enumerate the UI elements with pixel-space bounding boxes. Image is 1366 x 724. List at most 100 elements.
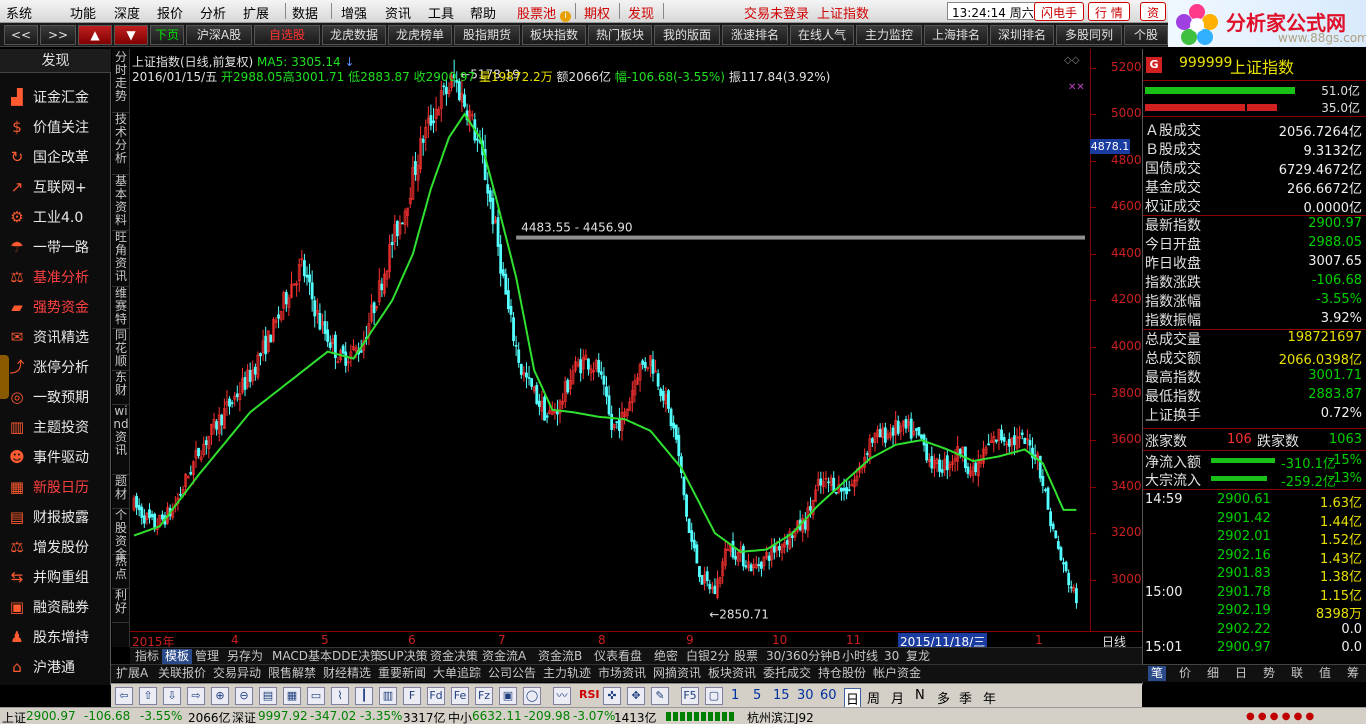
sidebar-item-0[interactable]: ▟ 证金汇金 [0, 83, 111, 111]
toolbar-single-stock-button[interactable]: 个股 [1124, 25, 1168, 45]
quote-tab-1[interactable]: 价 [1176, 666, 1194, 681]
bottom-tabs1-6[interactable]: SUP决策 [377, 649, 431, 664]
sidebar-item-6[interactable]: ⚖ 基准分析 [0, 263, 111, 291]
bottom-tabs2-8[interactable]: 主力轨迹 [540, 666, 594, 681]
toolbar-hot-sector-button[interactable]: 热门板块 [588, 25, 652, 45]
bottom-tabs1-11[interactable]: 绝密 [651, 649, 681, 664]
vtab-2[interactable]: 基本资料 [112, 175, 130, 231]
menu-enhance[interactable]: 增强 [341, 3, 367, 22]
bottom-tabs1-10[interactable]: 仪表看盘 [591, 649, 645, 664]
layout-icon[interactable]: ▥ [379, 687, 397, 705]
quote-tab-5[interactable]: 联 [1288, 666, 1306, 681]
bottom-tabs2-2[interactable]: 交易异动 [210, 666, 264, 681]
bottom-tabs1-12[interactable]: 白银2分 [683, 649, 733, 664]
period-week[interactable]: 周 [867, 688, 880, 707]
vtab-1[interactable]: 技术分析 [112, 113, 130, 175]
range-highlight-bar[interactable] [516, 235, 1085, 240]
period-1min[interactable]: 1 [731, 688, 739, 703]
vtab-11[interactable]: 利好 [112, 589, 130, 623]
sidebar-item-2[interactable]: ↻ 国企改革 [0, 143, 111, 171]
period-n[interactable]: N [915, 688, 925, 703]
bottom-tabs2-10[interactable]: 网摘资讯 [650, 666, 704, 681]
toolbar-online-popularity-button[interactable]: 在线人气 [790, 25, 854, 45]
bottom-tabs1-15[interactable]: 小时线 [839, 649, 881, 664]
bottom-tabs1-16[interactable]: 30 [881, 649, 902, 664]
sidebar-item-12[interactable]: ☻ 事件驱动 [0, 443, 111, 471]
toolbar-my-layout-button[interactable]: 我的版面 [654, 25, 720, 45]
grid-icon[interactable]: ▦ [283, 687, 301, 705]
menu-data[interactable]: 数据 [292, 3, 318, 22]
menu-news[interactable]: 资讯 [385, 3, 411, 22]
sidebar-item-4[interactable]: ⚙ 工业4.0 [0, 203, 111, 231]
sidebar-item-14[interactable]: ▤ 财报披露 [0, 503, 111, 531]
period-60min[interactable]: 60 [820, 688, 837, 703]
bottom-tabs2-0[interactable]: 扩展A [113, 666, 151, 681]
formula-zoom-icon[interactable]: Fz [475, 687, 493, 705]
bottom-tabs2-7[interactable]: 公司公告 [485, 666, 539, 681]
sidebar-item-13[interactable]: ▦ 新股日历 [0, 473, 111, 501]
bottom-tabs1-13[interactable]: 股票 [731, 649, 761, 664]
menu-extend[interactable]: 扩展 [243, 3, 269, 22]
formula-icon[interactable]: Fd [427, 687, 445, 705]
vtab-8[interactable]: 题材 [112, 475, 130, 509]
bottom-tabs2-13[interactable]: 持仓股份 [815, 666, 869, 681]
down-arrow-icon[interactable]: ⇩ [163, 687, 181, 705]
screen-icon[interactable]: ▣ [499, 687, 517, 705]
menu-function[interactable]: 功能 [70, 3, 96, 22]
vtab-4[interactable]: 维赛特 [112, 287, 130, 329]
forward-arrow-icon[interactable]: ⇨ [187, 687, 205, 705]
period-15min[interactable]: 15 [773, 688, 790, 703]
f-icon[interactable]: F [403, 687, 421, 705]
period-quarter[interactable]: 季 [959, 688, 972, 707]
window-icon[interactable]: ▭ [307, 687, 325, 705]
toolbar-multi-stock-button[interactable]: 多股同列 [1056, 25, 1122, 45]
bottom-tabs1-0[interactable]: 指标 [132, 649, 162, 664]
flash-trade-button[interactable]: 闪电手 [1034, 2, 1085, 21]
bottom-tabs1-7[interactable]: 资金决策 [427, 649, 481, 664]
bottom-tabs2-4[interactable]: 财经精选 [320, 666, 374, 681]
sidebar-item-10[interactable]: ◎ 一致预期 [0, 383, 111, 411]
bottom-tabs2-12[interactable]: 委托成交 [760, 666, 814, 681]
vtab-7[interactable]: wind资讯 [112, 405, 130, 475]
bottom-tabs2-1[interactable]: 关联报价 [155, 666, 209, 681]
menu-help[interactable]: 帮助 [470, 3, 496, 22]
server-name[interactable]: 杭州滨江J92 [747, 709, 814, 724]
period-multi[interactable]: 多 [937, 688, 950, 707]
bottom-tabs2-11[interactable]: 板块资讯 [705, 666, 759, 681]
rsi-button[interactable]: RSI [579, 688, 600, 701]
bottom-tabs2-5[interactable]: 重要新闻 [375, 666, 429, 681]
toolbar-hs-ashare-button[interactable]: 沪深A股 [186, 25, 252, 45]
up-arrow-icon[interactable]: ⇧ [139, 687, 157, 705]
sidebar-item-5[interactable]: ☂ 一带一路 [0, 233, 111, 261]
sidebar-item-1[interactable]: $ 价值关注 [0, 113, 111, 141]
vtab-6[interactable]: 东财 [112, 371, 130, 405]
quote-tab-6[interactable]: 值 [1316, 666, 1334, 681]
formula-edit-icon[interactable]: Fe [451, 687, 469, 705]
menu-options[interactable]: 期权 [584, 3, 610, 22]
sheet-icon[interactable]: ▤ [259, 687, 277, 705]
sidebar-item-19[interactable]: ⌂ 沪港通 [0, 653, 111, 681]
sidebar-item-9[interactable]: ⤴ 涨停分析 [0, 353, 111, 381]
vtab-5[interactable]: 同花顺 [112, 329, 130, 371]
quote-tab-2[interactable]: 细 [1204, 666, 1222, 681]
bottom-tabs2-14[interactable]: 帐户资金 [870, 666, 924, 681]
toolbar-next-page-button[interactable]: 下页 [150, 25, 184, 45]
login-status[interactable]: 交易未登录 [744, 3, 809, 22]
sidebar-item-15[interactable]: ⚖ 增发股份 [0, 533, 111, 561]
bottom-tabs1-2[interactable]: 管理 [192, 649, 222, 664]
back-arrow-icon[interactable]: ⇦ [115, 687, 133, 705]
box-icon[interactable]: ▢ [705, 687, 723, 705]
candlestick-chart[interactable]: 4483.55 - 4456.90←5178.19←2850.71 [130, 49, 1090, 631]
market-button[interactable]: 行 情 [1088, 2, 1130, 21]
crosshair-move-icon[interactable]: ✥ [627, 687, 645, 705]
info-button[interactable]: 资 [1140, 2, 1167, 21]
bottom-tabs1-4[interactable]: MACD基本 [269, 649, 335, 664]
diamond-icon[interactable]: ◇◇ [1064, 55, 1079, 66]
refresh-icon[interactable]: ◯ [523, 687, 541, 705]
bottom-tabs1-3[interactable]: 另存为 [224, 649, 266, 664]
period-day[interactable]: 日 [844, 688, 862, 709]
sidebar-item-17[interactable]: ▣ 融资融券 [0, 593, 111, 621]
menu-analysis[interactable]: 分析 [200, 3, 226, 22]
bottom-tabs1-9[interactable]: 资金流B [535, 649, 585, 664]
quote-tab-3[interactable]: 日 [1232, 666, 1250, 681]
